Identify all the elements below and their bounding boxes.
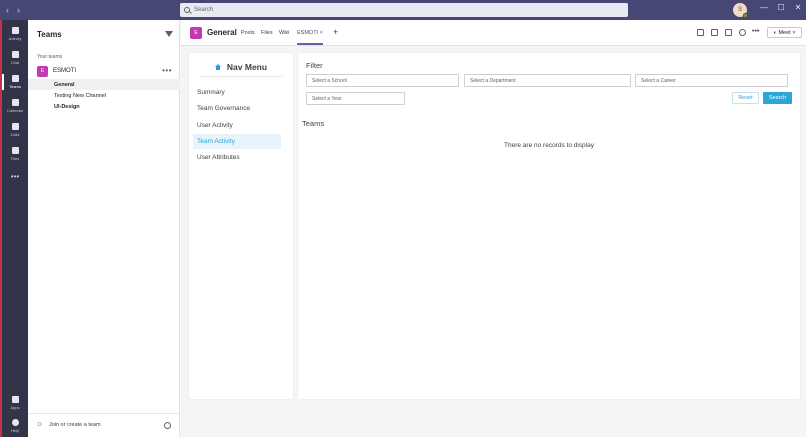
school-select[interactable]: Select a School: [306, 74, 459, 87]
meet-label: Meet: [778, 29, 791, 36]
chat-icon: [11, 51, 19, 58]
reset-button[interactable]: Reset: [732, 92, 759, 104]
channel-item-general[interactable]: General: [28, 79, 180, 90]
rail-label: Files: [10, 156, 20, 161]
search-placeholder: Search: [194, 7, 214, 13]
tab-files[interactable]: Files: [261, 30, 273, 36]
teams-panel: Teams Your teams E ESMOTI ••• General Te…: [28, 20, 180, 437]
content-panel: Filter Select a School Select a Departme…: [298, 53, 800, 399]
page-title: General: [207, 28, 237, 37]
expand-icon[interactable]: [725, 29, 732, 36]
more-options-icon[interactable]: •••: [162, 66, 172, 75]
nav-menu: Nav Menu Summary Team Governance User Ac…: [189, 53, 293, 399]
conversation-icon[interactable]: [711, 29, 718, 36]
rail-item-activity[interactable]: Activity: [2, 23, 28, 45]
more-options-icon[interactable]: •••: [752, 28, 759, 35]
rail-label: Activity: [8, 36, 22, 41]
tab-esmoti[interactable]: ESMOTI ˅: [297, 30, 323, 45]
rail-item-teams[interactable]: Teams: [2, 71, 28, 93]
rail-label: Calendar: [6, 108, 24, 113]
team-avatar: E: [37, 65, 48, 77]
channel-item-ui-design[interactable]: UI-Design: [28, 101, 180, 112]
divider: [199, 76, 283, 77]
nav-item-summary[interactable]: Summary: [193, 85, 281, 100]
add-tab-button[interactable]: +: [333, 27, 338, 37]
teams-icon: [11, 75, 19, 82]
nav-item-user-attributes[interactable]: User Attributes: [193, 150, 281, 165]
filter-icon[interactable]: [165, 31, 173, 37]
gear-icon[interactable]: [164, 422, 171, 429]
channel-item-testing[interactable]: Testing New Channel: [28, 90, 180, 101]
rail-item-apps[interactable]: Apps: [2, 392, 28, 414]
presence-icon: [743, 13, 748, 18]
minimize-button[interactable]: —: [757, 3, 771, 12]
file-icon: [11, 147, 19, 154]
close-button[interactable]: ✕: [791, 3, 805, 12]
rail-label: Teams: [9, 84, 21, 89]
empty-state-message: There are no records to display: [504, 142, 594, 149]
avatar[interactable]: S: [733, 3, 748, 18]
tab-label: ESMOTI: [297, 30, 319, 36]
refresh-icon[interactable]: [739, 29, 746, 36]
forward-arrow-icon[interactable]: ›: [17, 5, 20, 15]
back-arrow-icon[interactable]: ‹: [6, 5, 9, 15]
channel-avatar: E: [190, 27, 202, 39]
rail-item-calls[interactable]: Calls: [2, 119, 28, 141]
more-apps-icon[interactable]: •••: [2, 165, 28, 187]
year-select[interactable]: Select a Year: [306, 92, 405, 105]
popout-icon[interactable]: [697, 29, 704, 36]
maximize-button[interactable]: ☐: [774, 3, 788, 12]
rail-label: Chat: [10, 60, 20, 65]
rail-item-calendar[interactable]: Calendar: [2, 95, 28, 117]
join-label: Join or create a team: [48, 422, 101, 428]
search-input[interactable]: Search: [180, 3, 628, 17]
app-rail: Activity Chat Teams Calendar Calls Files…: [0, 20, 28, 437]
rail-label: Help: [10, 428, 20, 433]
tab-posts[interactable]: Posts: [241, 30, 255, 36]
help-icon: [11, 419, 19, 426]
department-select[interactable]: Select a Department: [464, 74, 631, 87]
search-icon: [184, 7, 190, 13]
chevron-down-icon: ˅: [790, 29, 796, 36]
join-team-button[interactable]: ⚇ Join or create a team: [37, 422, 101, 428]
home-icon: [214, 63, 222, 71]
phone-icon: [11, 123, 19, 130]
nav-item-user-activity[interactable]: User Activity: [193, 118, 281, 133]
rail-label: Apps: [10, 405, 20, 410]
panel-title: Teams: [37, 30, 62, 39]
filter-heading: Filter: [306, 61, 323, 70]
search-button[interactable]: Search: [763, 92, 792, 104]
apps-icon: [11, 396, 19, 403]
section-label: Your teams: [37, 54, 63, 60]
avatar-initial: S: [737, 7, 742, 13]
chevron-down-icon: ˅: [319, 30, 323, 36]
rail-item-chat[interactable]: Chat: [2, 47, 28, 69]
title-bar: ‹ › Search S — ☐ ✕: [0, 0, 806, 20]
nav-item-team-governance[interactable]: Team Governance: [193, 101, 281, 116]
nav-item-team-activity[interactable]: Team Activity: [193, 134, 281, 149]
channel-header: E General Posts Files Wiki ESMOTI ˅ + ••…: [181, 20, 806, 46]
calendar-icon: [11, 99, 19, 106]
career-select[interactable]: Select a Career: [635, 74, 788, 87]
tab-wiki[interactable]: Wiki: [279, 30, 289, 36]
meet-button[interactable]: ◐ Meet ˅: [767, 27, 802, 38]
people-add-icon: ⚇: [37, 422, 42, 428]
team-name: ESMOTI: [53, 68, 77, 74]
rail-item-help[interactable]: Help: [2, 415, 28, 437]
nav-menu-header: Nav Menu: [189, 60, 293, 74]
divider: [28, 413, 180, 414]
rail-label: Calls: [10, 132, 20, 137]
teams-heading: Teams: [302, 119, 325, 128]
nav-menu-title: Nav Menu: [226, 62, 268, 72]
team-item[interactable]: E ESMOTI •••: [37, 65, 177, 77]
bell-icon: [11, 27, 19, 34]
rail-item-files[interactable]: Files: [2, 143, 28, 165]
